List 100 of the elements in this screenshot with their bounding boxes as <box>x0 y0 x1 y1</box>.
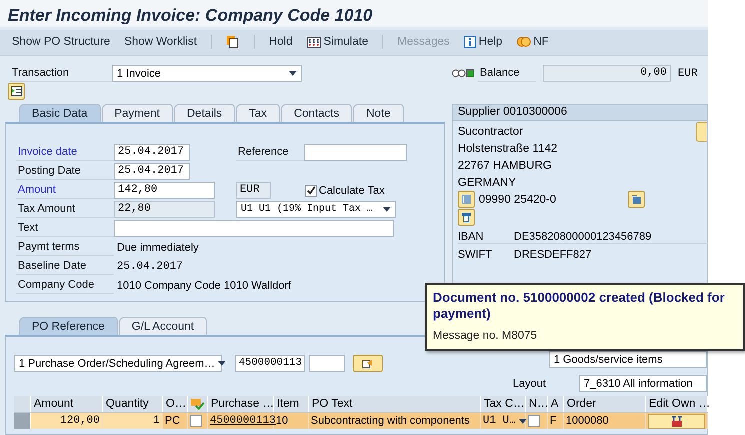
toolbar-button[interactable]: Show PO Structure <box>12 36 110 48</box>
address-line: GERMANY <box>458 177 516 189</box>
check-icon <box>191 398 205 410</box>
posting-date-field[interactable]: 25.04.2017 <box>114 163 190 180</box>
transaction-dropdown[interactable]: 1 Invoice <box>112 65 302 82</box>
phone-number: 09990 25420-0 <box>479 194 556 206</box>
posting-date-label: Posting Date <box>18 165 81 177</box>
column-header[interactable]: Order <box>564 396 646 412</box>
column-header[interactable]: PO Text <box>309 396 481 412</box>
supplier-button[interactable] <box>696 122 707 142</box>
company-code-label: Company Code <box>18 279 94 291</box>
table-cell: 120,00 <box>31 413 103 429</box>
layout-dropdown[interactable]: 7_6310 All information <box>579 375 707 392</box>
baseline-date-value: 25.04.2017 <box>116 260 184 272</box>
text-label: Text <box>18 222 38 234</box>
document-icon[interactable] <box>226 35 240 50</box>
amount-label: Amount <box>18 184 56 196</box>
table-cell: 1000080 <box>564 413 646 429</box>
window-title: Enter Incoming Invoice: Company Code 1010 <box>0 0 708 27</box>
toolbar-button[interactable]: Show Worklist <box>124 36 198 48</box>
tab[interactable]: Contacts <box>281 104 352 122</box>
bank-button[interactable] <box>458 209 475 226</box>
invoice-date-label: Invoice date <box>18 146 78 158</box>
company-code-value: 1010 Company Code 1010 Walldorf <box>116 280 292 292</box>
table-row[interactable]: 120,00 1 PC 450000011310 Subcontracting with components U1 U… F 1000080 <box>14 413 707 429</box>
table-cell: F <box>548 413 564 429</box>
checkbox[interactable] <box>528 415 540 427</box>
items-view-dropdown[interactable]: 1 Goods/service items <box>549 351 707 368</box>
payment-terms-value: Due immediately <box>116 242 199 254</box>
message-text: Document no. 5100000002 created (Blocked for payment) <box>433 290 726 322</box>
transfer-button[interactable] <box>353 355 383 372</box>
invoice-date-field[interactable]: 25.04.2017 <box>114 144 190 161</box>
info-icon <box>464 36 476 48</box>
transfer-icon <box>361 358 375 369</box>
tax-code-dropdown[interactable]: U1 U1 (19% Input Tax … <box>236 201 396 218</box>
caret-icon <box>383 207 391 212</box>
tab[interactable]: Basic Data <box>19 104 101 122</box>
address-line: Sucontractor <box>458 126 524 138</box>
fax-button[interactable] <box>628 191 646 208</box>
caret-icon <box>218 361 226 366</box>
coins-icon <box>516 36 531 48</box>
table-cell: PC <box>163 413 188 429</box>
transaction-label: Transaction <box>12 67 70 79</box>
toolbar-button[interactable]: Help <box>464 36 503 48</box>
column-header[interactable]: Item <box>274 396 309 412</box>
swift-label: SWIFT <box>458 249 494 261</box>
toolbar-button[interactable]: Hold <box>269 36 293 48</box>
column-header[interactable]: Amount <box>31 396 103 412</box>
item-field[interactable] <box>309 355 345 372</box>
caret-icon <box>519 418 528 424</box>
table-cell: 1 <box>103 413 163 429</box>
toolbar-button[interactable]: Simulate <box>306 36 368 48</box>
phone-button[interactable] <box>458 191 475 208</box>
reference-label: Reference <box>238 146 289 158</box>
column-header[interactable]: N… <box>526 396 548 412</box>
tab[interactable]: Tax <box>236 104 280 122</box>
checkbox[interactable] <box>190 415 202 427</box>
payment-terms-label: Paymt terms <box>18 241 80 253</box>
address-line: 22767 HAMBURG <box>458 160 552 172</box>
tab[interactable]: PO Reference <box>19 317 118 335</box>
iban-label: IBAN <box>458 231 485 243</box>
tax-code-dropdown[interactable]: U1 U… <box>483 415 528 427</box>
toolbar-button[interactable]: NF <box>516 36 549 48</box>
column-header[interactable]: A <box>548 396 564 412</box>
address-line: Holstenstraße 1142 <box>458 143 558 155</box>
amount-field[interactable]: 142,80 <box>114 182 215 199</box>
baseline-date-label: Baseline Date <box>18 260 86 272</box>
tab[interactable]: Payment <box>102 104 173 122</box>
reference-field[interactable] <box>304 144 407 161</box>
caret-icon <box>289 71 297 76</box>
table-cell: 10 <box>274 413 309 429</box>
text-field[interactable] <box>114 220 394 237</box>
column-header[interactable]: Tax C… <box>481 396 526 412</box>
tab[interactable]: Note <box>353 104 404 122</box>
row-selector[interactable] <box>14 413 31 429</box>
tab[interactable]: Details <box>174 104 236 122</box>
calculate-tax-label: Calculate Tax <box>319 184 385 196</box>
table-cell: Subcontracting with components <box>309 413 481 429</box>
layout-label: Layout <box>513 378 548 390</box>
tab[interactable]: G/L Account <box>118 317 208 335</box>
tax-amount-label: Tax Amount <box>18 203 76 215</box>
tax-amount-field: 22,80 <box>114 201 215 218</box>
column-header[interactable]: Purchase … <box>208 396 274 412</box>
edit-button[interactable] <box>648 414 705 428</box>
purchase-order-link[interactable]: 4500000113 <box>210 415 276 427</box>
calculator-icon <box>306 36 321 48</box>
column-header[interactable]: Edit Own … <box>646 396 708 412</box>
column-header[interactable]: Quantity <box>103 396 163 412</box>
tree-icon <box>10 86 22 97</box>
column-header[interactable]: O… <box>163 396 188 412</box>
supplier-title: Supplier 0010300006 <box>458 106 568 118</box>
balance-label: Balance <box>480 67 520 79</box>
currency-label: EUR <box>678 68 698 80</box>
iban-value: DE35820800000123456789 <box>514 231 652 243</box>
checkbox[interactable] <box>305 184 317 196</box>
balance-field: 0,00 <box>543 65 671 82</box>
swift-value: DRESDEFF827 <box>514 249 592 261</box>
tree-button[interactable] <box>8 83 25 100</box>
po-number-field[interactable]: 4500000113 <box>235 355 305 372</box>
message-number: Message no. M8075 <box>433 330 538 342</box>
